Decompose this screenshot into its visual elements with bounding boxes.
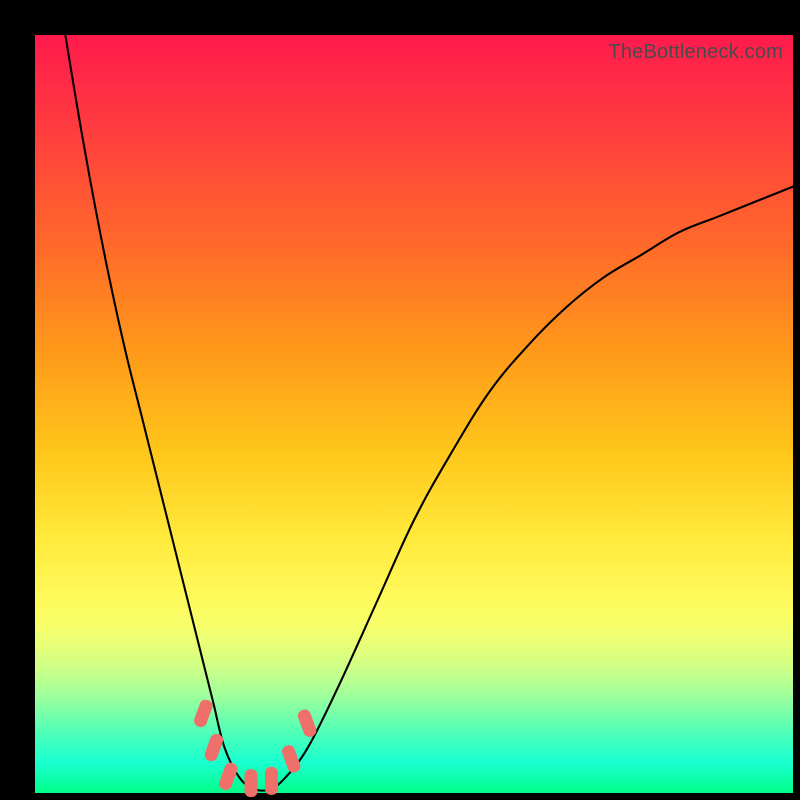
chart-frame: TheBottleneck.com [0, 0, 800, 800]
curve-marker [203, 732, 225, 763]
curve-line [65, 35, 793, 791]
curve-marker [245, 769, 258, 797]
bottleneck-curve [35, 35, 793, 793]
curve-marker [280, 744, 302, 775]
curve-markers [192, 698, 318, 797]
curve-marker [265, 767, 278, 795]
plot-area: TheBottleneck.com [35, 35, 793, 793]
curve-marker [217, 761, 239, 792]
curve-marker [192, 698, 214, 729]
curve-marker [296, 708, 318, 739]
